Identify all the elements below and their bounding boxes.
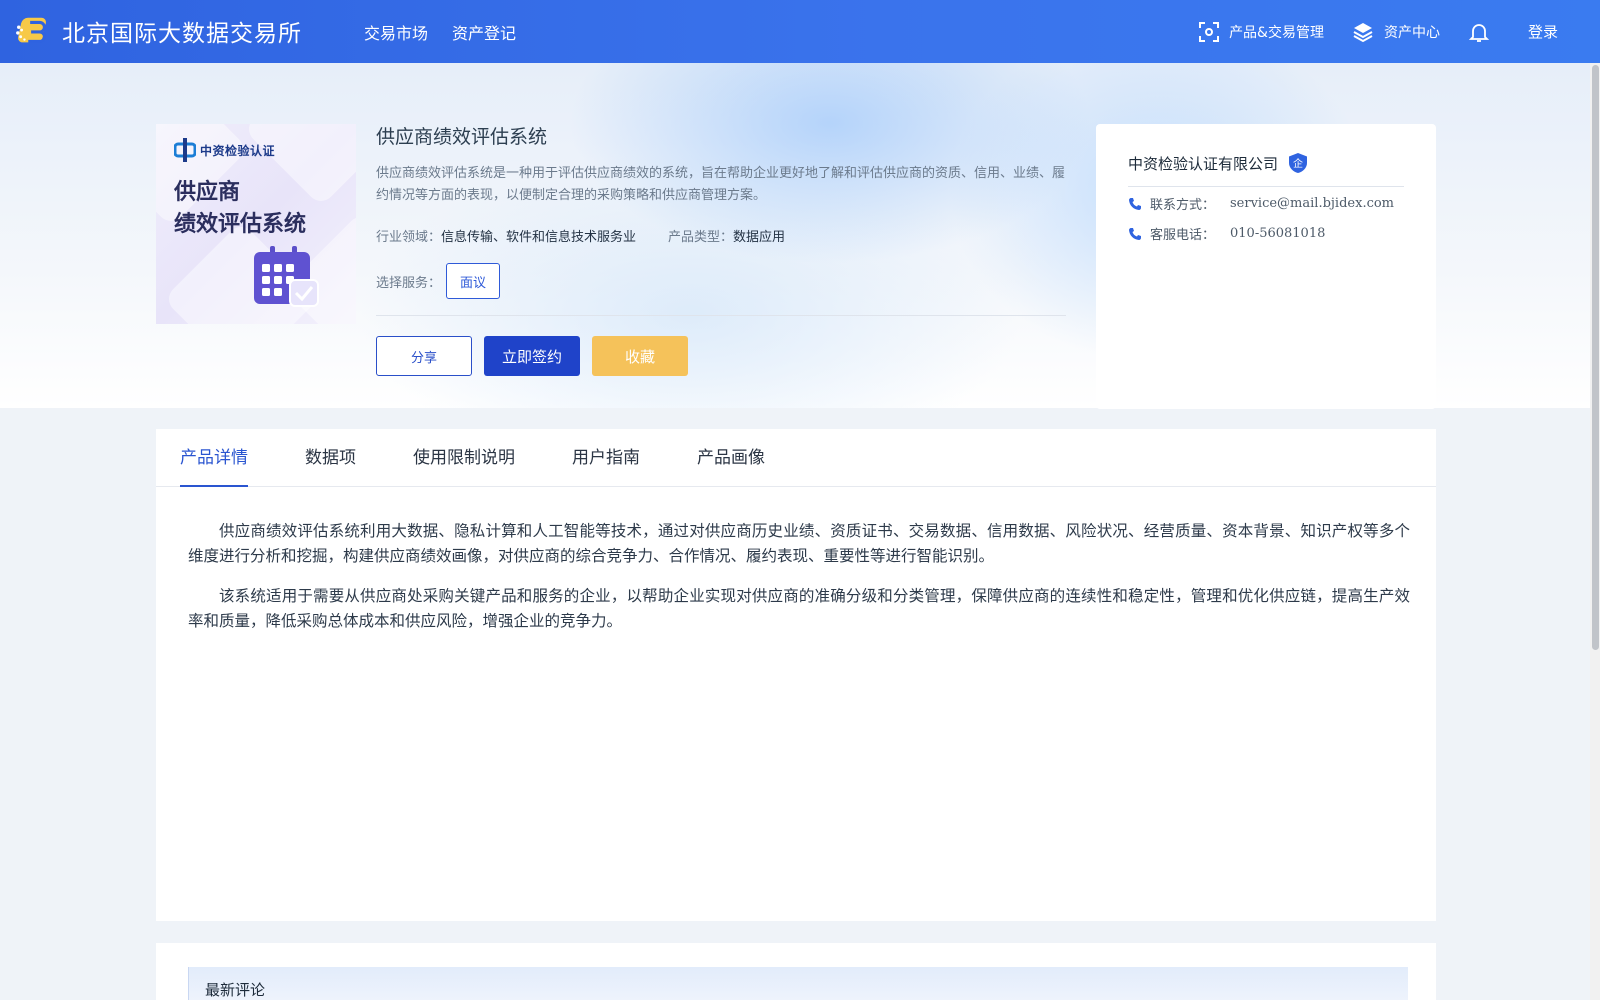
contact-email[interactable]: service@mail.bjidex.com: [1230, 196, 1394, 211]
scrollbar-thumb[interactable]: [1592, 65, 1599, 650]
share-button[interactable]: 分享: [376, 336, 472, 376]
product-description: 供应商绩效评估系统是一种用于评估供应商绩效的系统，旨在帮助企业更好地了解和评估供…: [376, 166, 1066, 203]
site-name: 北京国际大数据交易所: [62, 21, 302, 47]
company-name[interactable]: 中资检验认证有限公司: [1128, 153, 1278, 174]
badge-text: 企: [1293, 157, 1303, 170]
industry-value: 信息传输、软件和信息技术服务业: [441, 230, 637, 245]
phone-value: 010-56081018: [1230, 226, 1326, 241]
detail-paragraph: 该系统适用于需要从供应商处采购关键产品和服务的企业，以帮助企业实现对供应商的准确…: [188, 587, 1410, 630]
tab-user-guide[interactable]: 用户指南: [572, 429, 640, 487]
brand[interactable]: 北京国际大数据交易所: [14, 12, 302, 50]
product-detail-card: 产品详情 数据项 使用限制说明 用户指南 产品画像 供应商绩效评估系统利用大数据…: [156, 429, 1436, 921]
company-name-row: 中资检验认证有限公司 企: [1128, 152, 1308, 174]
product-title: 供应商绩效评估系统: [376, 126, 548, 148]
login-link[interactable]: 登录: [1528, 21, 1558, 42]
detail-paragraph: 供应商绩效评估系统利用大数据、隐私计算和人工智能等技术，通过对供应商历史业绩、资…: [188, 522, 1410, 565]
cover-title-line2: 绩效评估系统: [174, 212, 307, 237]
reviews-title: 最新评论: [205, 981, 266, 999]
bell-icon: [1468, 23, 1490, 42]
service-option-negotiable[interactable]: 面议: [446, 263, 500, 299]
nav-item-asset-registration[interactable]: 资产登记: [452, 20, 516, 44]
company-phone-row: 客服电话： 010-56081018: [1128, 224, 1325, 243]
tab-product-details[interactable]: 产品详情: [180, 429, 248, 487]
reviews-header: 最新评论: [188, 967, 1408, 1000]
cover-company-logo: 中资检验认证: [174, 138, 275, 162]
company-logo-icon: [174, 138, 196, 162]
sign-now-button[interactable]: 立即签约: [484, 336, 580, 376]
right-nav: 产品&交易管理 资产中心 登录: [1199, 0, 1600, 63]
phone-icon: [1129, 197, 1141, 210]
detail-tabs: 产品详情 数据项 使用限制说明 用户指南 产品画像: [156, 429, 1436, 487]
top-header: 北京国际大数据交易所 交易市场 资产登记 产品&交易管理 资产中心 登录: [0, 0, 1600, 63]
nav-item-market[interactable]: 交易市场: [364, 20, 428, 44]
hero-divider: [376, 315, 1066, 316]
tab-data-items[interactable]: 数据项: [305, 429, 356, 487]
product-trade-management-label: 产品&交易管理: [1229, 24, 1324, 41]
contact-label: 联系方式：: [1150, 198, 1216, 213]
product-type-label: 产品类型：: [668, 230, 734, 245]
layers-icon: [1353, 22, 1373, 42]
tab-usage-restrictions[interactable]: 使用限制说明: [413, 429, 515, 487]
company-card: 中资检验认证有限公司 企 联系方式： service@mail.bjidex.c…: [1096, 124, 1436, 409]
cover-logo-text: 中资检验认证: [200, 143, 276, 158]
brand-logo-icon: [16, 17, 46, 43]
service-label: 选择服务：: [376, 276, 442, 291]
cover-decoration: [243, 124, 356, 207]
calendar-check-icon: [254, 246, 319, 307]
tab-product-profile[interactable]: 产品画像: [697, 429, 765, 487]
phone-label: 客服电话：: [1150, 228, 1216, 243]
meta-spacer: [636, 226, 668, 245]
scan-icon: [1199, 21, 1220, 42]
favorite-button[interactable]: 收藏: [592, 336, 688, 376]
company-contact-row: 联系方式： service@mail.bjidex.com: [1128, 194, 1394, 213]
product-type-value: 数据应用: [733, 230, 786, 245]
reviews-section: 最新评论: [156, 943, 1436, 1000]
asset-center-label: 资产中心: [1383, 24, 1440, 41]
enterprise-verified-badge-icon: 企: [1289, 153, 1308, 173]
company-divider: [1128, 186, 1404, 187]
product-detail-content: 供应商绩效评估系统利用大数据、隐私计算和人工智能等技术，通过对供应商历史业绩、资…: [188, 519, 1410, 649]
main-nav: 交易市场 资产登记: [364, 20, 516, 44]
cover-title-line1: 供应商: [174, 180, 241, 205]
notification-bell[interactable]: [1468, 21, 1500, 43]
product-trade-management-link[interactable]: 产品&交易管理: [1199, 21, 1324, 42]
product-cover-image: 中资检验认证 供应商 绩效评估系统: [156, 124, 356, 324]
industry-label: 行业领域：: [376, 230, 442, 245]
asset-center-link[interactable]: 资产中心: [1352, 21, 1440, 43]
phone-icon: [1129, 227, 1141, 240]
product-meta: 行业领域： 信息传输、软件和信息技术服务业 产品类型： 数据应用: [376, 226, 785, 245]
